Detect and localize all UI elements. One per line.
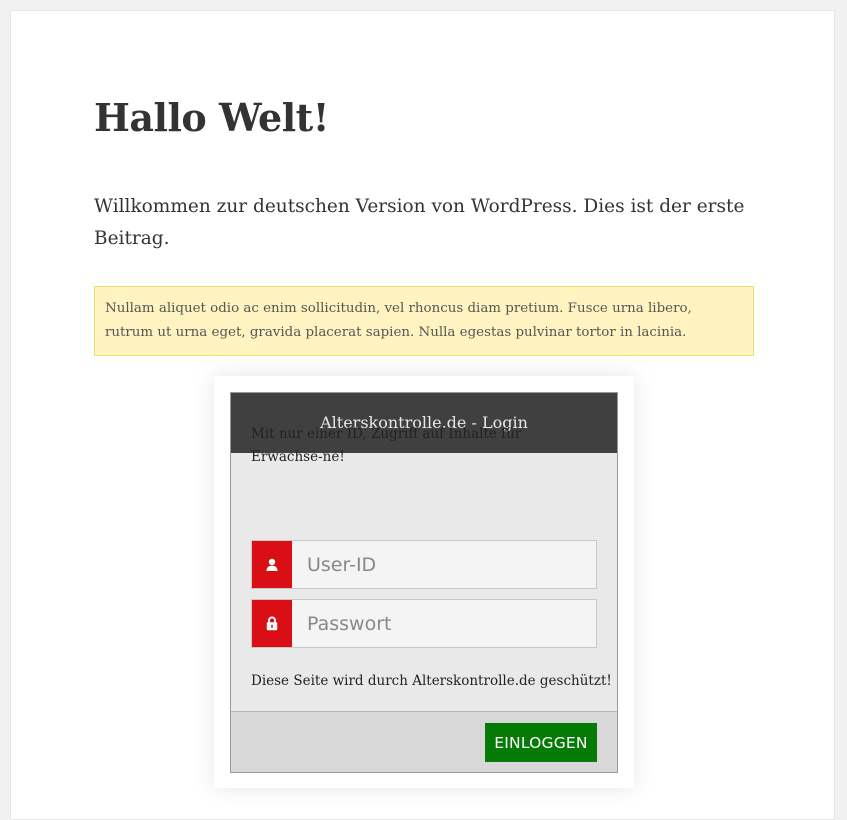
protection-note: Diese Seite wird durch Alterskontrolle.d… bbox=[251, 673, 612, 689]
post-title: Hallo Welt! bbox=[94, 95, 329, 140]
login-form: Alterskontrolle.de - Login Mit nur einer… bbox=[230, 392, 618, 773]
notice-box: Nullam aliquet odio ac enim sollicitudin… bbox=[94, 286, 754, 356]
login-button[interactable]: EINLOGGEN bbox=[485, 723, 597, 762]
login-description: Mit nur einer ID, Zugriff auf Inhalte fü… bbox=[251, 426, 522, 465]
password-input[interactable] bbox=[292, 600, 596, 647]
login-footer: EINLOGGEN bbox=[231, 711, 617, 772]
login-widget: Alterskontrolle.de - Login Mit nur einer… bbox=[214, 376, 634, 788]
user-id-field[interactable] bbox=[251, 540, 597, 589]
user-id-input[interactable] bbox=[292, 541, 596, 588]
post-intro: Willkommen zur deutschen Version von Wor… bbox=[94, 196, 745, 249]
password-field[interactable] bbox=[251, 599, 597, 648]
lock-icon bbox=[252, 600, 292, 647]
page-content: Hallo Welt! Willkommen zur deutschen Ver… bbox=[10, 10, 835, 820]
user-icon bbox=[252, 541, 292, 588]
